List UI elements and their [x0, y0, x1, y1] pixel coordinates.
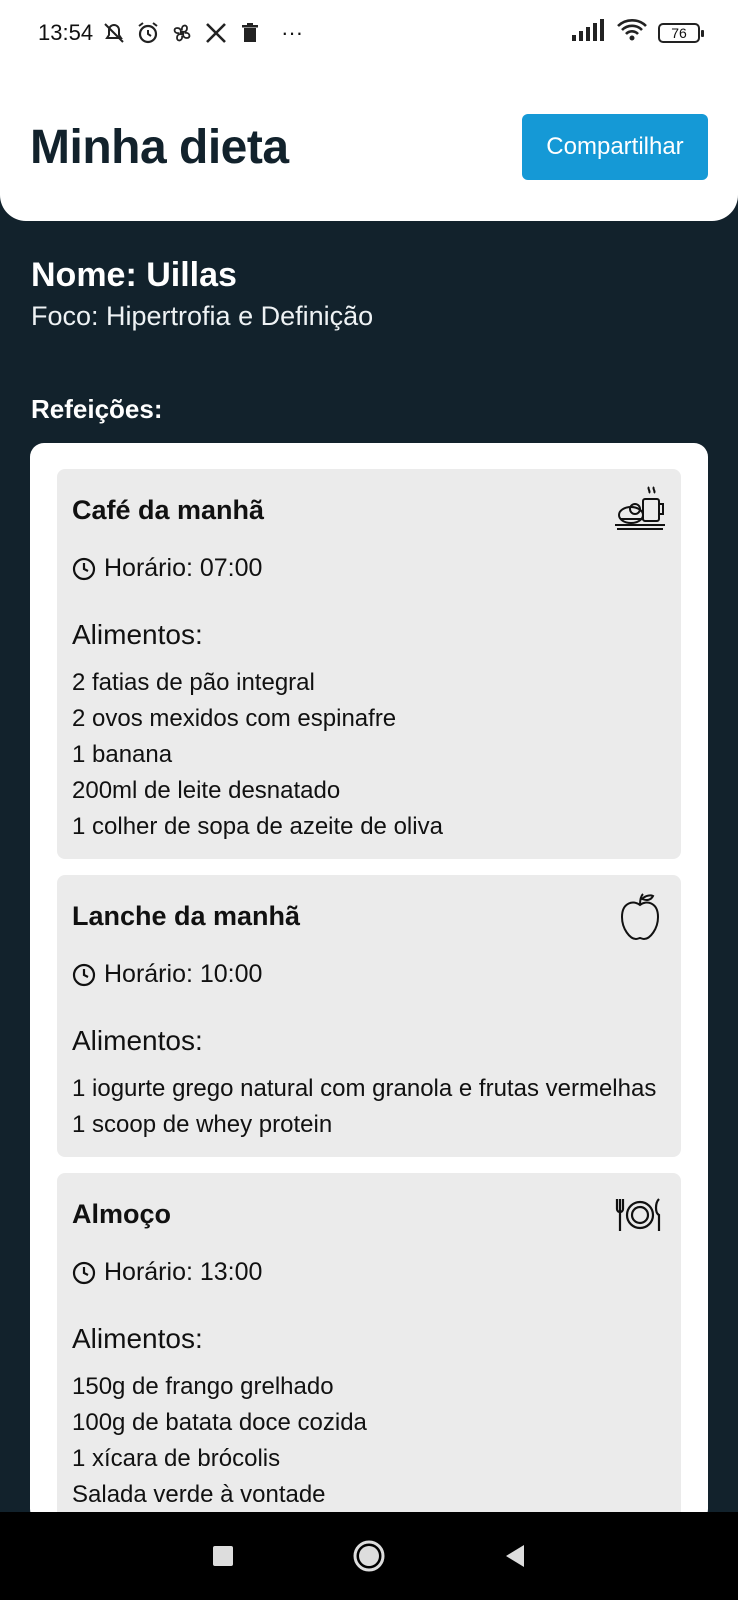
plate-cutlery-icon	[613, 1187, 667, 1241]
meal-name: Lanche da manhã	[72, 901, 301, 931]
header-bar: Minha dieta Compartilhar	[30, 112, 708, 182]
meal-name: Almoço	[72, 1199, 172, 1229]
alarm-icon	[135, 20, 161, 46]
battery-indicator: 76	[658, 23, 704, 43]
status-bar: 13:54 ··· 76	[0, 0, 738, 66]
profile-name: Nome: Uillas	[31, 256, 237, 294]
meal-card: Café da manhã Horário: 07:00 Alimentos: …	[57, 469, 681, 859]
food-list: 2 fatias de pão integral 2 ovos mexidos …	[72, 665, 666, 845]
food-item: 1 colher de sopa de azeite de oliva	[72, 813, 443, 840]
food-item: 1 xícara de brócolis	[72, 1445, 281, 1472]
fan-icon	[169, 20, 195, 46]
mute-icon	[101, 20, 127, 46]
app-header: 13:54 ··· 76 Minha dieta Compartilhar	[0, 0, 738, 221]
food-item: 2 ovos mexidos com espinafre	[72, 705, 397, 732]
system-nav-bar	[0, 1512, 738, 1600]
wifi-icon	[616, 18, 648, 48]
profile-section: Nome: Uillas Foco: Hipertrofia e Definiç…	[31, 256, 373, 332]
food-item: 1 iogurte grego natural com granola e fr…	[72, 1075, 657, 1102]
meal-time: Horário: 13:00	[72, 1258, 666, 1287]
profile-focus: Foco: Hipertrofia e Definição	[31, 301, 374, 331]
food-item: 200ml de leite desnatado	[72, 777, 341, 804]
foods-title: Alimentos:	[72, 1323, 203, 1354]
meal-card: Lanche da manhã Horário: 10:00 Alimentos…	[57, 875, 681, 1157]
food-item: Salada verde à vontade	[72, 1481, 326, 1508]
x-app-icon	[203, 20, 229, 46]
breakfast-icon	[613, 483, 667, 537]
food-item: 1 banana	[72, 741, 173, 768]
food-item: 100g de batata doce cozida	[72, 1409, 367, 1436]
status-time: 13:54	[38, 20, 94, 45]
foods-title: Alimentos:	[72, 619, 203, 650]
share-button[interactable]: Compartilhar	[522, 114, 708, 180]
signal-icon	[572, 19, 606, 47]
meal-time-label: Horário: 13:00	[104, 1258, 263, 1286]
more-dots-icon: ···	[281, 20, 304, 45]
status-right: 76	[572, 18, 704, 48]
food-list: 1 iogurte grego natural com granola e fr…	[72, 1071, 666, 1143]
food-item: 150g de frango grelhado	[72, 1373, 334, 1400]
home-button[interactable]	[349, 1536, 389, 1576]
food-item: 1 scoop de whey protein	[72, 1111, 333, 1138]
clock-icon	[72, 963, 96, 986]
back-button[interactable]	[495, 1536, 535, 1576]
food-list: 150g de frango grelhado 100g de batata d…	[72, 1369, 666, 1513]
recents-button[interactable]	[203, 1536, 243, 1576]
meal-time: Horário: 10:00	[72, 960, 666, 989]
clock-icon	[72, 557, 96, 580]
meal-time-label: Horário: 07:00	[104, 554, 263, 582]
status-left: 13:54 ···	[38, 20, 303, 46]
foods-title: Alimentos:	[72, 1025, 203, 1056]
apple-icon	[613, 889, 667, 943]
trash-icon	[237, 20, 263, 46]
meal-card: Almoço Horário: 13:00 Alimentos: 150g de…	[57, 1173, 681, 1523]
food-item: 2 fatias de pão integral	[72, 669, 315, 696]
meals-list[interactable]: Café da manhã Horário: 07:00 Alimentos: …	[30, 443, 708, 1523]
meal-time: Horário: 07:00	[72, 554, 666, 583]
clock-icon	[72, 1261, 96, 1284]
meal-time-label: Horário: 10:00	[104, 960, 263, 988]
meal-name: Café da manhã	[72, 495, 265, 525]
page-title: Minha dieta	[30, 120, 289, 174]
meals-heading: Refeições:	[31, 394, 163, 424]
